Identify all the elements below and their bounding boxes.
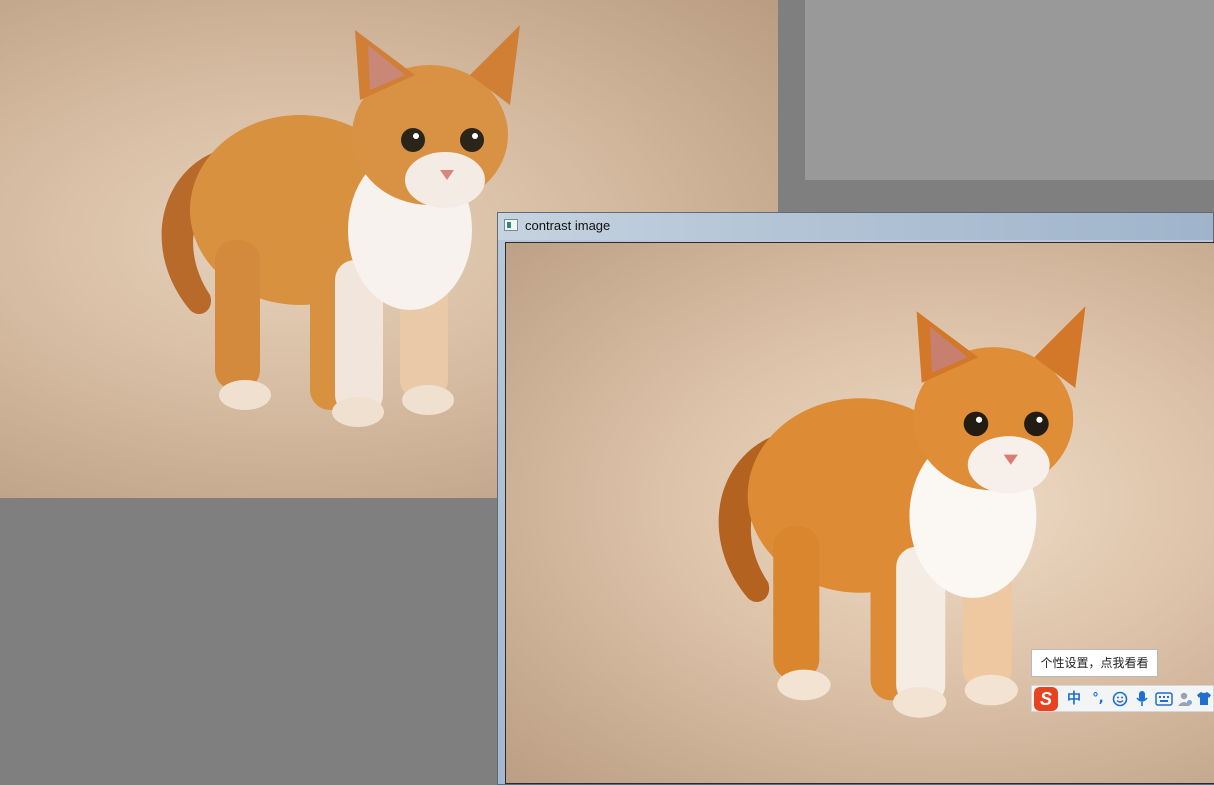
ime-punct-toggle[interactable]: °,: [1087, 689, 1109, 709]
ime-mode-toggle[interactable]: 中: [1064, 689, 1084, 709]
window-title: contrast image: [525, 218, 611, 233]
microphone-icon[interactable]: [1132, 689, 1152, 709]
ime-toolbar[interactable]: S 中 °,: [1031, 685, 1214, 712]
kitten-photo: [130, 20, 530, 440]
skin-shirt-icon[interactable]: [1195, 689, 1213, 709]
user-icon[interactable]: [1176, 689, 1194, 709]
window-app-icon: [504, 219, 518, 231]
title-bar[interactable]: contrast image: [498, 213, 1213, 240]
keyboard-icon[interactable]: [1153, 689, 1175, 709]
gray-window: [805, 0, 1214, 180]
sogou-logo-icon[interactable]: S: [1034, 687, 1058, 711]
ime-tooltip: 个性设置，点我看看: [1031, 649, 1158, 677]
emoji-icon[interactable]: [1110, 689, 1130, 709]
